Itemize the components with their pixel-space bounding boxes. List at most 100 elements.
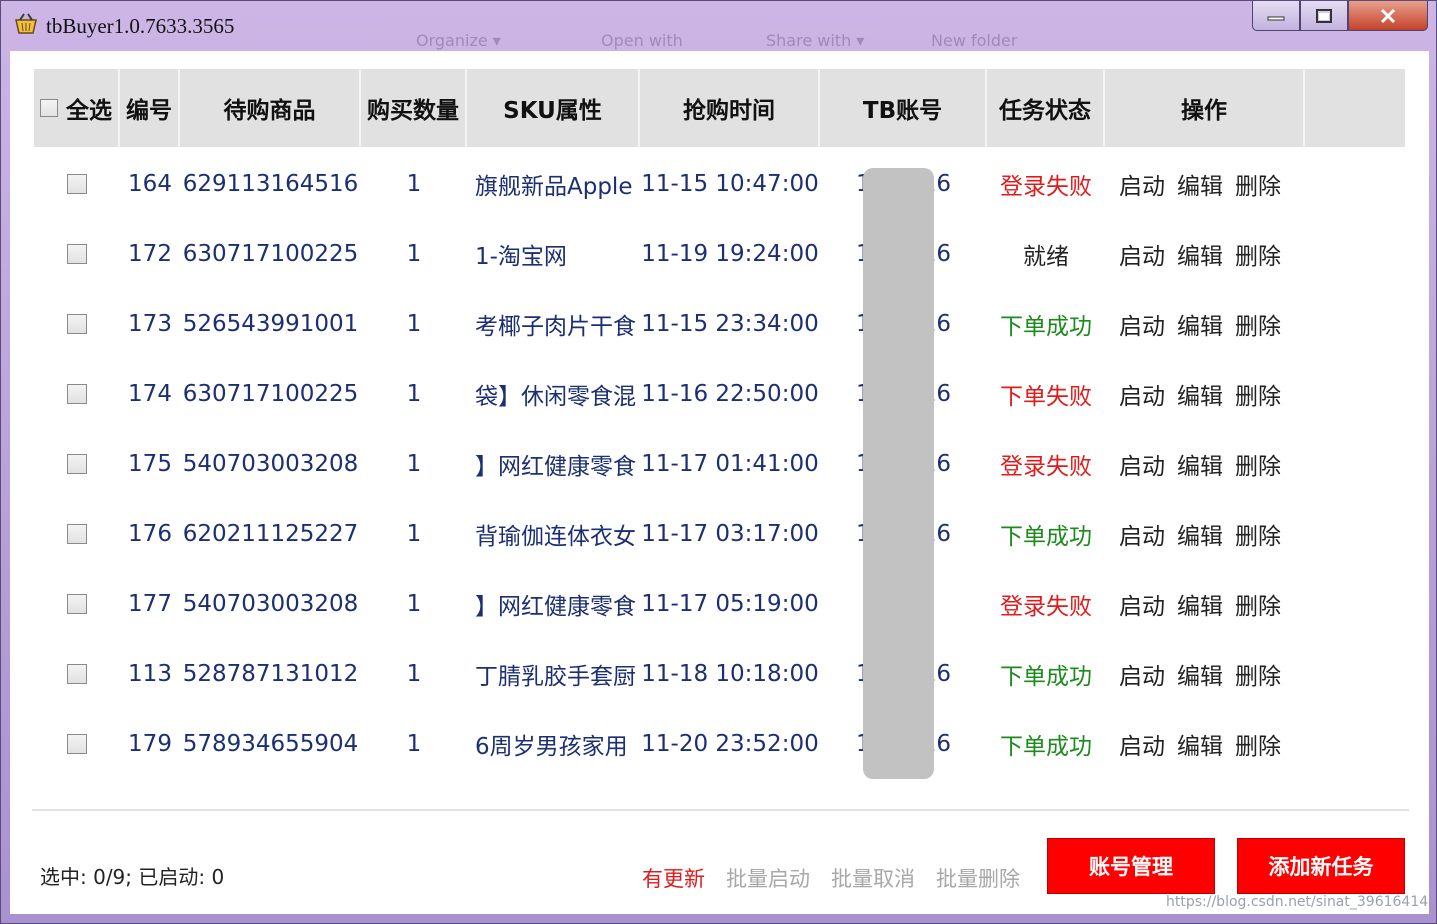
- cell-time: 11-15 10:47:00: [641, 171, 819, 197]
- cell-id: 177: [128, 591, 172, 617]
- cell-qty: 1: [406, 451, 422, 477]
- row-checkbox-cell: [34, 499, 120, 569]
- delete-link[interactable]: 删除: [1235, 727, 1281, 761]
- start-link[interactable]: 启动: [1119, 377, 1165, 411]
- update-link[interactable]: 有更新: [642, 863, 705, 893]
- cell-goods: 540703003208: [182, 451, 359, 477]
- row-checkbox[interactable]: [67, 734, 87, 754]
- edit-link[interactable]: 编辑: [1177, 447, 1223, 481]
- title-bar[interactable]: tbBuyer1.0.7633.3565 Organize ▾ Open wit…: [1, 1, 1437, 51]
- delete-link[interactable]: 删除: [1235, 447, 1281, 481]
- row-checkbox[interactable]: [67, 524, 87, 544]
- cell-status: 登录失败: [1000, 594, 1092, 620]
- cell-id: 175: [128, 451, 172, 477]
- row-checkbox[interactable]: [67, 174, 87, 194]
- watermark: https://blog.csdn.net/sinat_39616414: [1166, 894, 1429, 910]
- header-qty: 购买数量: [361, 69, 467, 147]
- row-checkbox[interactable]: [67, 384, 87, 404]
- selection-status: 选中: 0/9; 已启动: 0: [40, 865, 225, 889]
- cell-id: 176: [128, 521, 172, 547]
- account-manage-button[interactable]: 账号管理: [1047, 838, 1215, 894]
- delete-link[interactable]: 删除: [1235, 587, 1281, 621]
- cell-sku: 背瑜伽连体衣女: [475, 524, 636, 550]
- cell-sku: 袋】休闲零食混: [475, 384, 636, 410]
- row-checkbox[interactable]: [67, 314, 87, 334]
- cell-qty: 1: [406, 241, 422, 267]
- cell-id: 173: [128, 311, 172, 337]
- row-checkbox[interactable]: [67, 594, 87, 614]
- table-row[interactable]: 1766202111252271背瑜伽连体衣女11-17 03:17:00183…: [34, 499, 1405, 569]
- batch-start-link[interactable]: 批量启动: [726, 863, 810, 893]
- row-checkbox-cell: [34, 289, 120, 359]
- edit-link[interactable]: 编辑: [1177, 167, 1223, 201]
- select-all-checkbox[interactable]: [40, 99, 58, 117]
- cell-goods: 630717100225: [182, 241, 359, 267]
- delete-link[interactable]: 删除: [1235, 657, 1281, 691]
- row-checkbox[interactable]: [67, 664, 87, 684]
- batch-delete-link[interactable]: 批量删除: [936, 863, 1020, 893]
- cell-goods: 578934655904: [182, 731, 359, 757]
- table-row[interactable]: 1775407030032081】网红健康零食11-17 05:19:00zh …: [34, 569, 1405, 639]
- header-goods: 待购商品: [180, 69, 361, 147]
- edit-link[interactable]: 编辑: [1177, 727, 1223, 761]
- table-row[interactable]: 17957893465590416周岁男孩家用11-20 23:52:00183…: [34, 709, 1405, 779]
- cell-status: 下单成功: [1000, 524, 1092, 550]
- start-link[interactable]: 启动: [1119, 657, 1165, 691]
- table-row[interactable]: 1135287871310121丁腈乳胶手套厨11-18 10:18:00183…: [34, 639, 1405, 709]
- header-select-all[interactable]: 全选: [34, 69, 120, 147]
- cell-qty: 1: [406, 311, 422, 337]
- cell-goods: 629113164516: [182, 171, 359, 197]
- cell-time: 11-17 01:41:00: [641, 451, 819, 477]
- table-row[interactable]: 1746307171002251袋】休闲零食混11-16 22:50:00183…: [34, 359, 1405, 429]
- cell-status: 下单成功: [1000, 734, 1092, 760]
- minimize-icon: [1267, 16, 1285, 20]
- row-checkbox[interactable]: [67, 244, 87, 264]
- edit-link[interactable]: 编辑: [1177, 237, 1223, 271]
- cell-id: 172: [128, 241, 172, 267]
- edit-link[interactable]: 编辑: [1177, 657, 1223, 691]
- start-link[interactable]: 启动: [1119, 167, 1165, 201]
- batch-cancel-link[interactable]: 批量取消: [831, 863, 915, 893]
- cell-status: 就绪: [1023, 244, 1069, 270]
- cell-time: 11-16 22:50:00: [641, 381, 819, 407]
- cell-time: 11-17 05:19:00: [641, 591, 819, 617]
- cell-ops: 启动 编辑 删除: [1105, 499, 1305, 569]
- start-link[interactable]: 启动: [1119, 237, 1165, 271]
- row-checkbox-cell: [34, 359, 120, 429]
- cell-id: 113: [128, 661, 172, 687]
- edit-link[interactable]: 编辑: [1177, 377, 1223, 411]
- table-row[interactable]: 17263071710022511-淘宝网11-19 19:24:00183 7…: [34, 219, 1405, 289]
- close-button[interactable]: [1348, 1, 1428, 31]
- delete-link[interactable]: 删除: [1235, 237, 1281, 271]
- edit-link[interactable]: 编辑: [1177, 517, 1223, 551]
- cell-sku: 】网红健康零食: [475, 454, 636, 480]
- start-link[interactable]: 启动: [1119, 517, 1165, 551]
- header-filler: [1305, 69, 1405, 147]
- cell-ops: 启动 编辑 删除: [1105, 569, 1305, 639]
- cell-ops: 启动 编辑 删除: [1105, 219, 1305, 289]
- cell-time: 11-19 19:24:00: [641, 241, 819, 267]
- start-link[interactable]: 启动: [1119, 307, 1165, 341]
- table-row[interactable]: 1735265439910011考椰子肉片干食11-15 23:34:00183…: [34, 289, 1405, 359]
- start-link[interactable]: 启动: [1119, 447, 1165, 481]
- cell-sku: 考椰子肉片干食: [475, 314, 636, 340]
- start-link[interactable]: 启动: [1119, 727, 1165, 761]
- start-link[interactable]: 启动: [1119, 587, 1165, 621]
- delete-link[interactable]: 删除: [1235, 167, 1281, 201]
- cell-id: 164: [128, 171, 172, 197]
- edit-link[interactable]: 编辑: [1177, 587, 1223, 621]
- maximize-button[interactable]: [1300, 1, 1348, 31]
- delete-link[interactable]: 删除: [1235, 377, 1281, 411]
- header-account: TB账号: [820, 69, 987, 147]
- row-checkbox[interactable]: [67, 454, 87, 474]
- minimize-button[interactable]: [1252, 1, 1300, 31]
- add-task-button[interactable]: 添加新任务: [1237, 838, 1405, 894]
- delete-link[interactable]: 删除: [1235, 307, 1281, 341]
- table-row[interactable]: 1646291131645161旗舰新品Apple11-15 10:47:001…: [34, 149, 1405, 219]
- close-icon: [1380, 8, 1396, 23]
- cell-id: 179: [128, 731, 172, 757]
- edit-link[interactable]: 编辑: [1177, 307, 1223, 341]
- table-row[interactable]: 1755407030032081】网红健康零食11-17 01:41:00183…: [34, 429, 1405, 499]
- delete-link[interactable]: 删除: [1235, 517, 1281, 551]
- row-checkbox-cell: [34, 639, 120, 709]
